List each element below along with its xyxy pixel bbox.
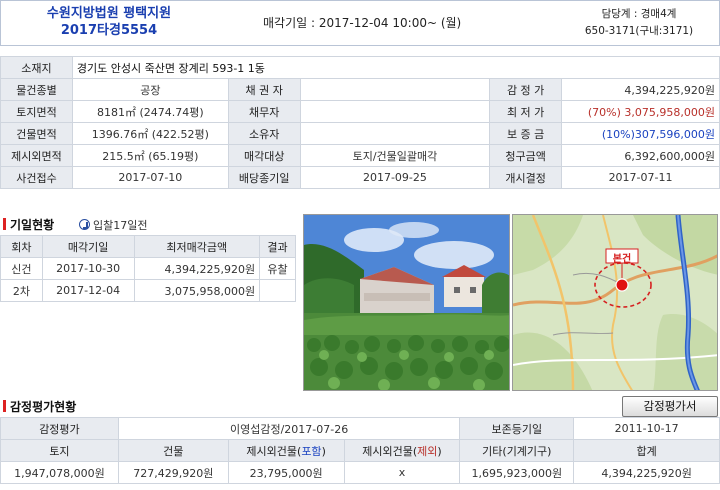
min-price-label: 최 저 가 xyxy=(489,100,563,123)
start-label: 개시결정 xyxy=(489,166,563,189)
filed-value: 2017-07-10 xyxy=(71,166,229,189)
location-label: 소재지 xyxy=(0,56,73,79)
dividend-value: 2017-09-25 xyxy=(299,166,491,189)
section-bar-icon xyxy=(3,400,6,412)
debtor-value xyxy=(299,100,491,123)
appraisal-label: 감 정 가 xyxy=(489,78,563,101)
col-result: 결과 xyxy=(259,235,296,258)
court-name: 수원지방법원 평택지원 xyxy=(46,6,172,21)
deposit-label: 보 증 금 xyxy=(489,122,563,145)
type-value: 공장 xyxy=(71,78,229,101)
auction-date: 매각기일 : 2017-12-04 10:00~ (월) xyxy=(263,16,462,30)
claim-label: 청구금액 xyxy=(489,144,563,167)
location-row: 소재지 경기도 안성시 죽산면 장계리 593-1 1동 xyxy=(0,56,720,79)
history-title: 기일현황 xyxy=(3,216,54,233)
start-value: 2017-07-11 xyxy=(561,166,720,189)
debtor-label: 채무자 xyxy=(227,100,301,123)
price-cell: 4,394,225,920원 xyxy=(133,257,261,280)
table-row: 2차 2017-12-04 3,075,958,000원 xyxy=(0,279,296,302)
phone-number: 650-3171(구내:3171) xyxy=(584,25,694,37)
col-incl-building: 제시외건물(포함) xyxy=(227,439,345,462)
location-value: 경기도 안성시 죽산면 장계리 593-1 1동 xyxy=(71,56,720,79)
min-price-value: (70%) 3,075,958,000원 xyxy=(561,100,720,123)
excl-area-label: 제시외면적 xyxy=(0,144,73,167)
col-land: 토지 xyxy=(0,439,119,462)
table-row: 신건 2017-10-30 4,394,225,920원 유찰 xyxy=(0,257,296,280)
land-area-value: 8181㎡ (2474.74평) xyxy=(71,100,229,123)
case-header: 수원지방법원 평택지원 2017타경5554 매각기일 : 2017-12-04… xyxy=(0,0,720,46)
total-value: 4,394,225,920원 xyxy=(573,461,720,484)
appraisal-table: 감정평가 이영섭감정/2017-07-26 보존등기일 2011-10-17 토… xyxy=(0,417,720,484)
preserve-label: 보존등기일 xyxy=(459,417,575,440)
map-image xyxy=(513,215,717,390)
filed-label: 사건접수 xyxy=(0,166,73,189)
land-area-label: 토지면적 xyxy=(0,100,73,123)
date-cell: 2017-10-30 xyxy=(41,257,135,280)
case-number: 2017타경5554 xyxy=(60,23,158,38)
agency-value: 이영섭감정/2017-07-26 xyxy=(117,417,461,440)
excl-building-value: x xyxy=(343,461,461,484)
claim-value: 6,392,600,000원 xyxy=(561,144,720,167)
table-row: 감정평가 이영섭감정/2017-07-26 보존등기일 2011-10-17 xyxy=(0,417,720,440)
location-map[interactable]: 본건 xyxy=(512,214,718,391)
agency-label: 감정평가 xyxy=(0,417,119,440)
appraisal-value: 4,394,225,920원 xyxy=(561,78,720,101)
table-row: 사건접수 2017-07-10 배당종기일 2017-09-25 개시결정 20… xyxy=(0,166,720,189)
department: 담당계 : 경매4계 xyxy=(601,8,677,20)
price-cell: 3,075,958,000원 xyxy=(133,279,261,302)
col-etc: 기타(기계기구) xyxy=(459,439,575,462)
appraisal-title: 감정평가현황 xyxy=(3,398,76,415)
type-label: 물건종별 xyxy=(0,78,73,101)
owner-value xyxy=(299,122,491,145)
table-row: 제시외면적 215.5㎡ (65.19평) 매각대상 토지/건물일괄매각 청구금… xyxy=(0,144,720,167)
preserve-value: 2011-10-17 xyxy=(573,417,720,440)
table-row: 물건종별 공장 채 권 자 감 정 가 4,394,225,920원 xyxy=(0,78,720,101)
building-value: 727,429,920원 xyxy=(117,461,229,484)
date-cell: 2017-12-04 xyxy=(41,279,135,302)
round-cell: 2차 xyxy=(0,279,43,302)
col-excl-building: 제시외건물(제외) xyxy=(343,439,461,462)
property-info-table: 소재지 경기도 안성시 죽산면 장계리 593-1 1동 물건종별 공장 채 권… xyxy=(0,56,720,189)
history-header-row: 회차 매각기일 최저매각금액 결과 xyxy=(0,235,296,258)
property-photo[interactable] xyxy=(303,214,510,391)
owner-label: 소유자 xyxy=(227,122,301,145)
table-row: 토지면적 8181㎡ (2474.74평) 채무자 최 저 가 (70%) 3,… xyxy=(0,100,720,123)
col-total: 합계 xyxy=(573,439,720,462)
appraisal-report-button[interactable]: 감정평가서 xyxy=(622,396,718,417)
col-date: 매각기일 xyxy=(41,235,135,258)
bldg-area-value: 1396.76㎡ (422.52평) xyxy=(71,122,229,145)
sale-target-label: 매각대상 xyxy=(227,144,301,167)
bid-countdown: 입찰17일전 xyxy=(79,217,147,233)
bldg-area-label: 건물면적 xyxy=(0,122,73,145)
deposit-value: (10%)307,596,000원 xyxy=(561,122,720,145)
result-cell: 유찰 xyxy=(259,257,296,280)
land-value: 1,947,078,000원 xyxy=(0,461,119,484)
creditor-label: 채 권 자 xyxy=(227,78,301,101)
col-building: 건물 xyxy=(117,439,229,462)
etc-value: 1,695,923,000원 xyxy=(459,461,575,484)
table-row: 1,947,078,000원 727,429,920원 23,795,000원 … xyxy=(0,461,720,484)
map-marker-label: 본건 xyxy=(612,254,632,265)
excl-area-value: 215.5㎡ (65.19평) xyxy=(71,144,229,167)
section-bar-icon xyxy=(3,218,6,230)
round-cell: 신건 xyxy=(0,257,43,280)
creditor-value xyxy=(299,78,491,101)
sale-target-value: 토지/건물일괄매각 xyxy=(299,144,491,167)
factory-photo-image xyxy=(304,215,509,390)
table-row: 건물면적 1396.76㎡ (422.52평) 소유자 보 증 금 (10%)3… xyxy=(0,122,720,145)
col-round: 회차 xyxy=(0,235,43,258)
check-circle-icon xyxy=(79,219,90,230)
result-cell xyxy=(259,279,296,302)
history-table: 회차 매각기일 최저매각금액 결과 신건 2017-10-30 4,394,22… xyxy=(0,235,296,302)
dividend-label: 배당종기일 xyxy=(227,166,301,189)
appraisal-header-row: 토지 건물 제시외건물(포함) 제시외건물(제외) 기타(기계기구) 합계 xyxy=(0,439,720,462)
col-price: 최저매각금액 xyxy=(133,235,261,258)
department-block: 담당계 : 경매4계 650-3171(구내:3171) xyxy=(561,6,717,40)
incl-building-value: 23,795,000원 xyxy=(227,461,345,484)
court-block: 수원지방법원 평택지원 2017타경5554 xyxy=(5,5,213,39)
